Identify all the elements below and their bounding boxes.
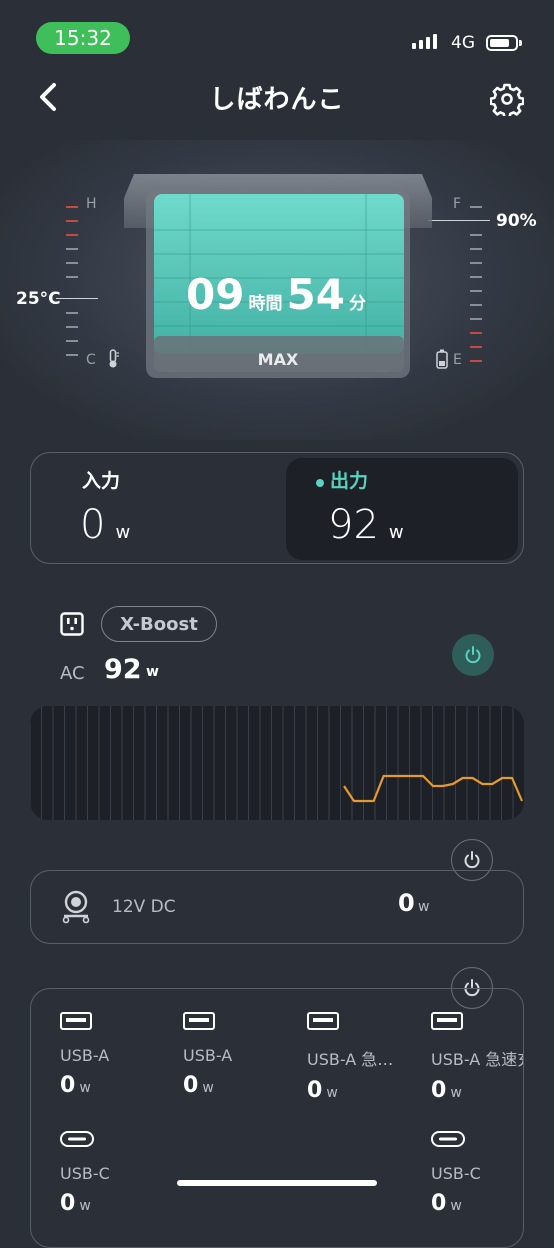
battery-level-icon xyxy=(436,349,448,369)
input-unit: w xyxy=(115,522,131,543)
usb-port-power: 0w xyxy=(307,1078,338,1103)
usb-port: USB-A 0w xyxy=(183,1012,293,1098)
output-value: 92 xyxy=(328,502,379,548)
output-unit: w xyxy=(388,522,404,543)
usb-c-icon xyxy=(60,1131,94,1147)
remaining-time: 09 時間54 分 xyxy=(148,270,408,319)
output-power: 92 w xyxy=(328,502,404,548)
page-title: しばわんこ xyxy=(209,85,345,115)
chart-grid xyxy=(30,706,514,820)
dc-unit: w xyxy=(418,899,430,915)
remaining-minutes: 54 xyxy=(286,270,345,319)
input-value: 0 xyxy=(80,502,106,548)
usb-port: USB-C 0w xyxy=(431,1130,523,1216)
usb-c-icon xyxy=(431,1131,465,1147)
ac-label: AC xyxy=(60,663,85,684)
battery-icon xyxy=(486,35,522,51)
mode-label: MAX xyxy=(257,350,299,369)
car-outlet-icon xyxy=(62,890,90,924)
usb-port-label: USB-A xyxy=(183,1046,233,1065)
remaining-hours: 09 xyxy=(186,270,245,319)
signal-icon xyxy=(412,34,437,49)
battery-marker-line xyxy=(428,220,490,221)
temperature-gauge xyxy=(60,198,100,368)
usb-a-icon xyxy=(431,1012,463,1030)
power-icon xyxy=(465,646,481,664)
gauge-label-cold: C xyxy=(86,352,96,368)
usb-port-power: 0w xyxy=(183,1073,214,1098)
usb-port-power: 0w xyxy=(60,1191,91,1216)
usb-port-label: USB-A xyxy=(60,1046,110,1065)
home-indicator[interactable] xyxy=(177,1180,377,1186)
ac-power-toggle[interactable] xyxy=(452,634,494,676)
usb-port-label: USB-C xyxy=(60,1164,110,1183)
dc-value: 0 xyxy=(398,889,415,917)
usb-port-label: USB-A 急… xyxy=(307,1050,394,1069)
usb-a-icon xyxy=(307,1012,339,1030)
usb-a-icon xyxy=(183,1012,215,1030)
active-dot-icon xyxy=(316,478,324,487)
usb-port: USB-A 急速充 0w xyxy=(431,1012,523,1103)
minutes-unit: 分 xyxy=(348,294,366,314)
ac-value: 92 xyxy=(104,654,142,685)
ac-outlet-icon xyxy=(60,612,84,636)
thermometer-icon xyxy=(109,349,119,368)
usb-port: USB-A 急… 0w xyxy=(307,1012,417,1103)
xboost-button[interactable]: X-Boost xyxy=(101,606,217,642)
usb-port-label: USB-A 急速充 xyxy=(431,1050,523,1069)
dc-label: 12V DC xyxy=(112,897,176,917)
usb-a-icon xyxy=(60,1012,92,1030)
usb-port-power: 0w xyxy=(431,1078,462,1103)
power-icon xyxy=(464,851,480,869)
ac-output-chart xyxy=(30,706,524,820)
usb-port: USB-C 0w xyxy=(60,1130,170,1216)
network-type: 4G xyxy=(451,33,475,53)
temperature-readout: 25°C xyxy=(16,289,61,309)
battery-percent: 90% xyxy=(496,211,537,231)
gauge-label-full: F xyxy=(453,196,462,212)
output-label[interactable]: 出力 xyxy=(316,466,368,493)
dc-card xyxy=(30,870,524,944)
gauge-label-high: H xyxy=(86,196,97,212)
usb-port-label: USB-C xyxy=(431,1164,481,1183)
hours-unit: 時間 xyxy=(248,294,283,314)
status-time: 15:32 xyxy=(36,22,130,54)
gear-icon[interactable] xyxy=(490,82,524,116)
usb-port-power: 0w xyxy=(431,1191,462,1216)
ac-unit: w xyxy=(146,664,159,680)
gauge-label-empty: E xyxy=(453,352,462,368)
usb-port-power: 0w xyxy=(60,1073,91,1098)
input-power: 0w xyxy=(80,502,130,548)
input-label[interactable]: 入力 xyxy=(82,466,120,493)
temperature-marker-line xyxy=(56,298,98,299)
usb-port: USB-A 0w xyxy=(60,1012,170,1098)
